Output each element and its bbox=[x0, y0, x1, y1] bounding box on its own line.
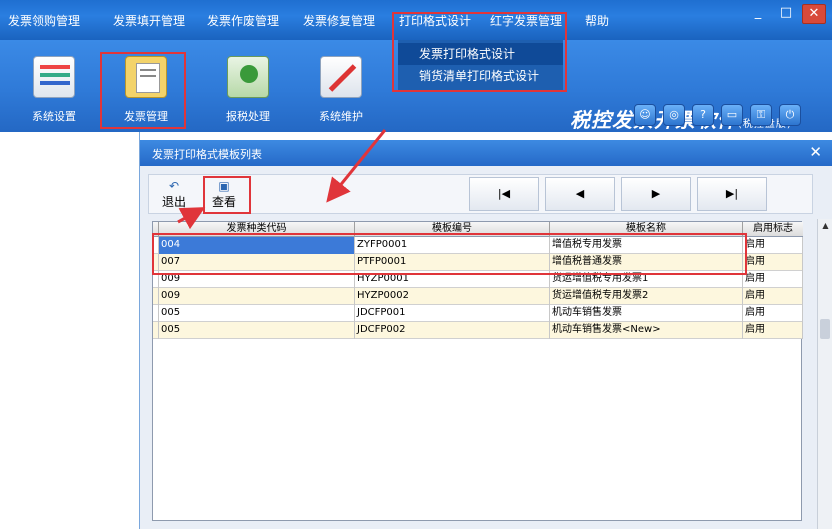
table-cell[interactable]: 009 bbox=[159, 288, 355, 305]
back-arrow-icon: ↶ bbox=[168, 179, 180, 193]
tool-system-settings[interactable]: 系统设置 bbox=[18, 56, 90, 124]
menu-invoice-purchase[interactable]: 发票领购管理 bbox=[8, 12, 80, 29]
window-controls: _ □ ✕ bbox=[746, 4, 826, 24]
annotation-box-invoice-management bbox=[100, 52, 186, 129]
tool-label: 系统设置 bbox=[32, 110, 76, 123]
annotation-box-print-format-menu bbox=[392, 12, 567, 92]
minimize-button[interactable]: _ bbox=[746, 4, 770, 24]
exit-label: 退出 bbox=[161, 195, 186, 209]
annotation-box-vat-rows bbox=[152, 233, 747, 275]
brand-icon-bar: ☺ ◎ ? ▭ ⚿ ⏻ bbox=[634, 104, 801, 126]
tax-report-icon bbox=[227, 56, 269, 98]
user-icon[interactable]: ☺ bbox=[634, 104, 656, 126]
maintenance-icon bbox=[320, 56, 362, 98]
nav-next-button[interactable]: ▶ bbox=[621, 177, 691, 211]
vertical-scrollbar[interactable]: ▲ bbox=[817, 219, 832, 529]
menu-invoice-void[interactable]: 发票作废管理 bbox=[207, 12, 279, 29]
power-icon[interactable]: ⏻ bbox=[779, 104, 801, 126]
nav-prev-button[interactable]: ◀ bbox=[545, 177, 615, 211]
table-row[interactable]: 005 JDCFP002 机动车销售发票<New> 启用 bbox=[153, 322, 803, 339]
left-panel bbox=[0, 132, 140, 529]
dialog-title: 发票打印格式模板列表 bbox=[152, 148, 262, 161]
tool-system-maintenance[interactable]: 系统维护 bbox=[305, 56, 377, 124]
exit-button[interactable]: ↶ 退出 bbox=[157, 179, 191, 210]
table-cell[interactable]: 005 bbox=[159, 305, 355, 322]
table-cell[interactable]: JDCFP001 bbox=[355, 305, 550, 322]
scroll-up-icon[interactable]: ▲ bbox=[818, 219, 832, 233]
table-cell[interactable]: HYZP0002 bbox=[355, 288, 550, 305]
scroll-thumb[interactable] bbox=[820, 319, 830, 339]
menu-help[interactable]: 帮助 bbox=[585, 12, 609, 29]
table-cell[interactable]: 005 bbox=[159, 322, 355, 339]
tool-tax-report[interactable]: 报税处理 bbox=[212, 56, 284, 124]
annotation-box-view-button bbox=[203, 176, 251, 214]
table-cell[interactable]: JDCFP002 bbox=[355, 322, 550, 339]
table-cell[interactable]: 启用 bbox=[743, 271, 803, 288]
column-header-enabled[interactable]: 启用标志 bbox=[743, 222, 803, 237]
table-cell[interactable]: 机动车销售发票<New> bbox=[550, 322, 743, 339]
table-row[interactable]: 009 HYZP0002 货运增值税专用发票2 启用 bbox=[153, 288, 803, 305]
tool-label: 系统维护 bbox=[319, 110, 363, 123]
key-icon[interactable]: ⚿ bbox=[750, 104, 772, 126]
close-window-button[interactable]: ✕ bbox=[802, 4, 826, 24]
maximize-button[interactable]: □ bbox=[774, 4, 798, 24]
table-cell[interactable]: 货运增值税专用发票2 bbox=[550, 288, 743, 305]
window-icon[interactable]: ▭ bbox=[721, 104, 743, 126]
menu-invoice-issue[interactable]: 发票填开管理 bbox=[113, 12, 185, 29]
nav-first-button[interactable]: |◀ bbox=[469, 177, 539, 211]
table-row[interactable]: 005 JDCFP001 机动车销售发票 启用 bbox=[153, 305, 803, 322]
globe-icon[interactable]: ◎ bbox=[663, 104, 685, 126]
table-cell[interactable]: 启用 bbox=[743, 305, 803, 322]
menu-invoice-repair[interactable]: 发票修复管理 bbox=[303, 12, 375, 29]
table-cell[interactable]: 机动车销售发票 bbox=[550, 305, 743, 322]
table-cell[interactable]: 启用 bbox=[743, 322, 803, 339]
table-cell[interactable]: 启用 bbox=[743, 254, 803, 271]
dialog-close-button[interactable]: ✕ bbox=[809, 143, 822, 161]
table-cell[interactable]: 启用 bbox=[743, 288, 803, 305]
settings-icon bbox=[33, 56, 75, 98]
nav-last-button[interactable]: ▶| bbox=[697, 177, 767, 211]
tool-label: 报税处理 bbox=[226, 110, 270, 123]
table-cell[interactable]: 启用 bbox=[743, 237, 803, 254]
help-icon[interactable]: ? bbox=[692, 104, 714, 126]
dialog-titlebar: 发票打印格式模板列表 ✕ bbox=[140, 140, 832, 166]
